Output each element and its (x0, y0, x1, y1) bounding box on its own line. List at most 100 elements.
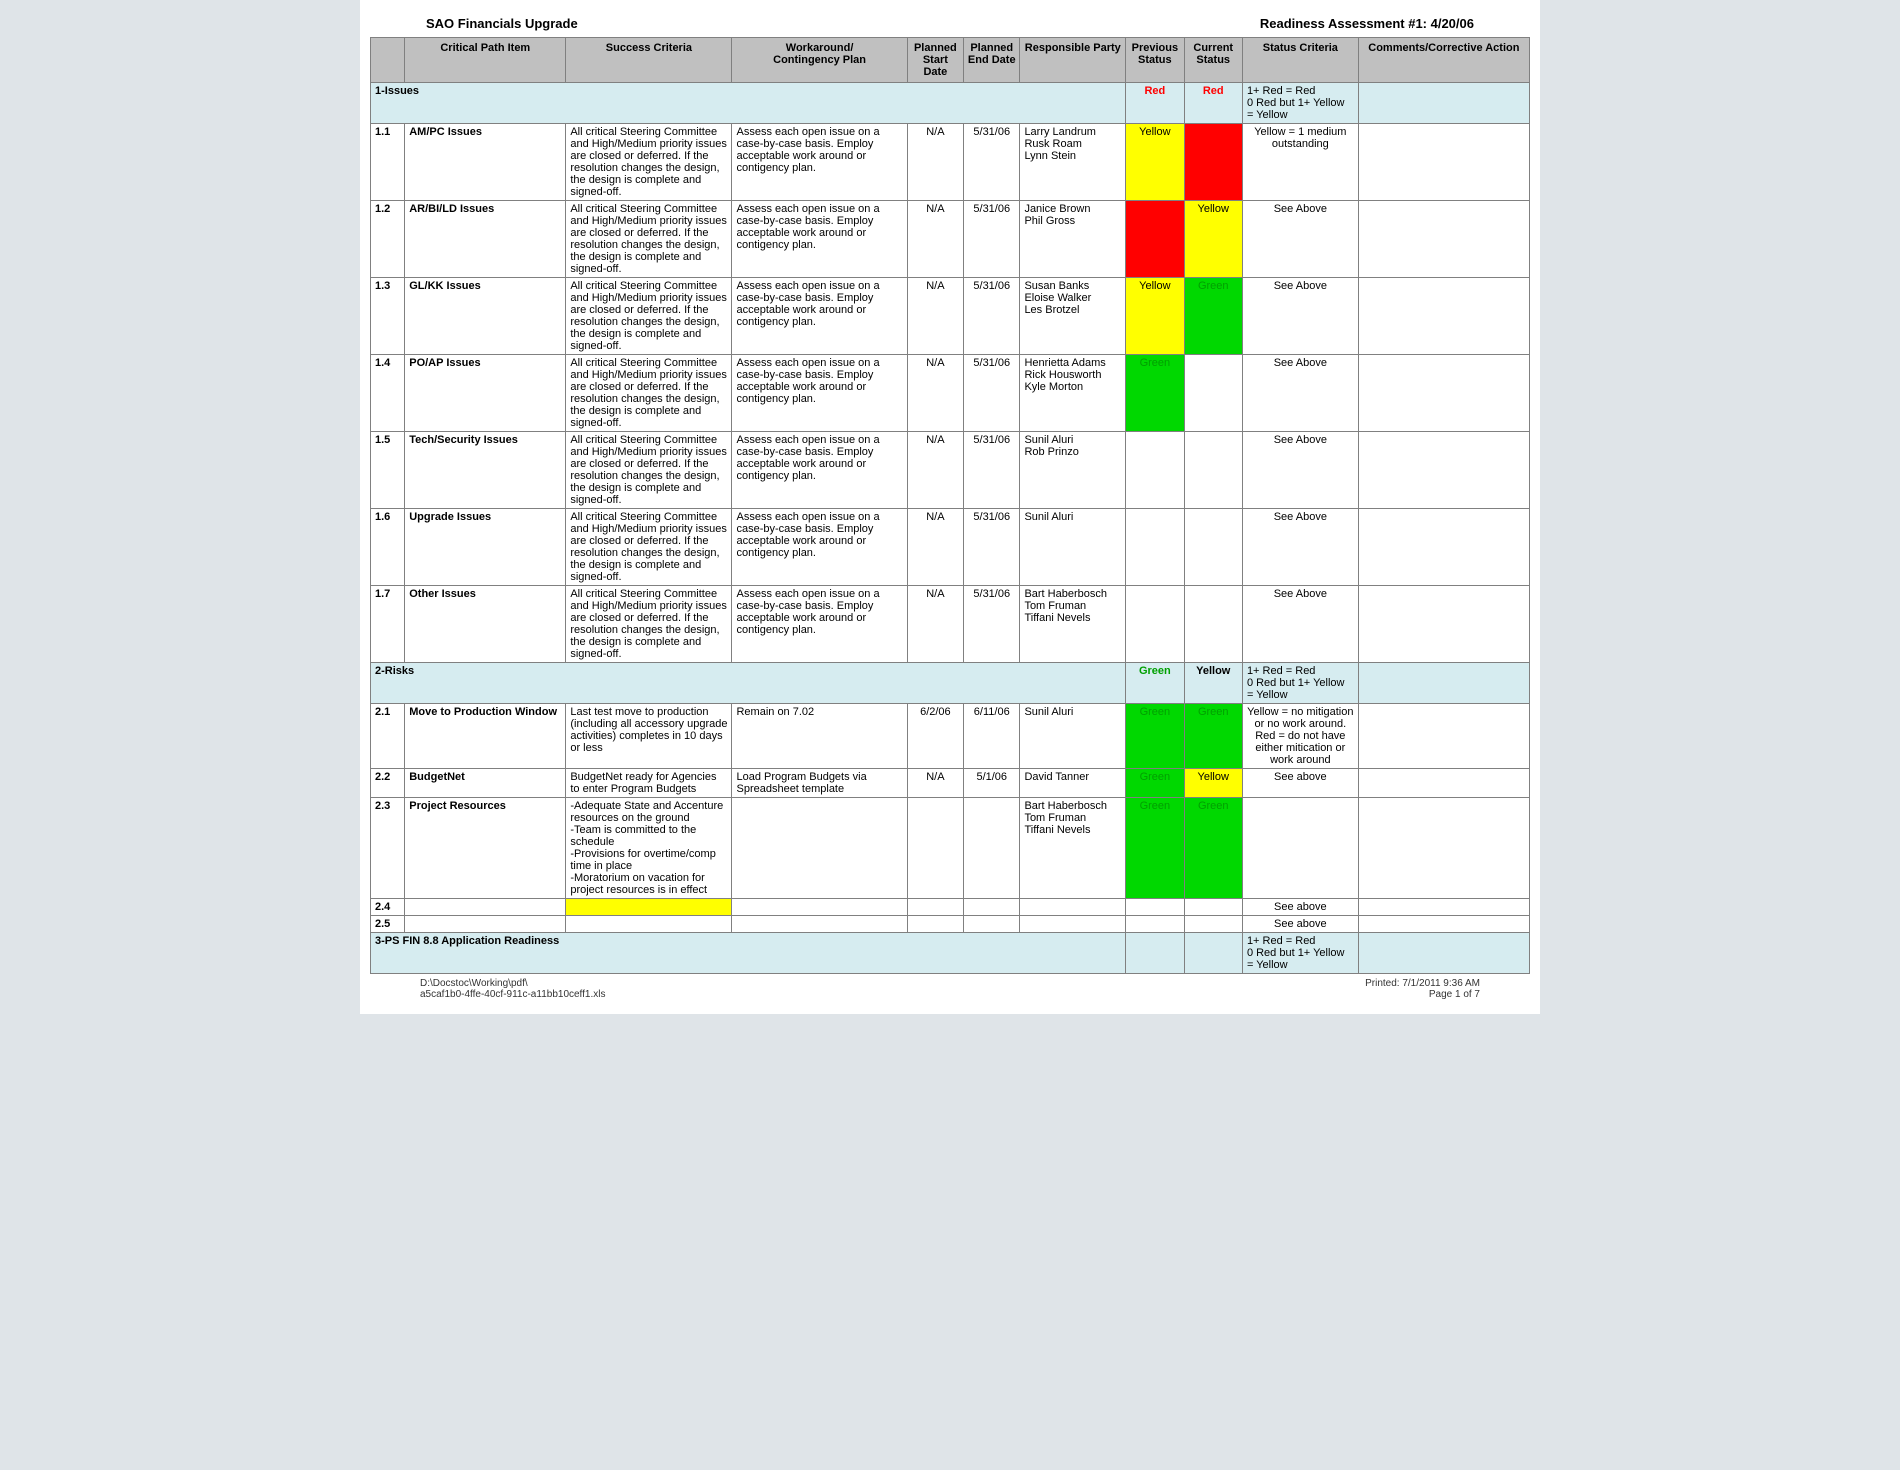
cell (566, 899, 732, 916)
cell: N/A (907, 509, 963, 586)
cell: N/A (907, 432, 963, 509)
cell: N/A (907, 769, 963, 798)
cell: See above (1242, 769, 1358, 798)
cell: Green (1126, 798, 1184, 899)
cell (1126, 916, 1184, 933)
cell (1184, 916, 1242, 933)
cell: AM/PC Issues (405, 124, 566, 201)
cell: Yellow (1184, 663, 1242, 704)
cell (964, 899, 1020, 916)
cell (1358, 355, 1529, 432)
cell: See Above (1242, 355, 1358, 432)
table-row: 2.5See above (371, 916, 1530, 933)
cell (732, 798, 907, 899)
cell (1184, 432, 1242, 509)
cell: -Adequate State and Accenture resources … (566, 798, 732, 899)
cell (1242, 798, 1358, 899)
title-right: Readiness Assessment #1: 4/20/06 (1260, 16, 1474, 31)
cell (1184, 509, 1242, 586)
cell: Assess each open issue on a case-by-case… (732, 586, 907, 663)
cell (1358, 586, 1529, 663)
title-left: SAO Financials Upgrade (426, 16, 578, 31)
cell: See Above (1242, 278, 1358, 355)
cell: N/A (907, 586, 963, 663)
footer-print: Printed: 7/1/2011 9:36 AM Page 1 of 7 (1365, 978, 1480, 1000)
cell: Tech/Security Issues (405, 432, 566, 509)
cell: See above (1242, 916, 1358, 933)
col-header: Critical Path Item (405, 38, 566, 83)
cell (964, 916, 1020, 933)
cell: Yellow = 1 medium outstanding (1242, 124, 1358, 201)
cell: 1-Issues (371, 83, 1126, 124)
cell: 1.1 (371, 124, 405, 201)
cell (1126, 509, 1184, 586)
table-row: 2.1Move to Production WindowLast test mo… (371, 704, 1530, 769)
cell (1126, 933, 1184, 974)
cell: 5/1/06 (964, 769, 1020, 798)
cell: Green (1126, 769, 1184, 798)
col-header: Status Criteria (1242, 38, 1358, 83)
cell: Larry Landrum Rusk Roam Lynn Stein (1020, 124, 1126, 201)
cell (566, 916, 732, 933)
cell (1358, 933, 1529, 974)
cell: Red (1126, 201, 1184, 278)
col-header: Workaround/ Contingency Plan (732, 38, 907, 83)
cell: 1+ Red = Red 0 Red but 1+ Yellow = Yello… (1242, 663, 1358, 704)
cell: Remain on 7.02 (732, 704, 907, 769)
assessment-table: Critical Path ItemSuccess CriteriaWorkar… (370, 37, 1530, 974)
cell: Green (1184, 704, 1242, 769)
cell (1184, 933, 1242, 974)
cell: Sunil Aluri Rob Prinzo (1020, 432, 1126, 509)
cell: 1.7 (371, 586, 405, 663)
col-header: Current Status (1184, 38, 1242, 83)
cell: Assess each open issue on a case-by-case… (732, 201, 907, 278)
cell (1358, 278, 1529, 355)
cell (1358, 83, 1529, 124)
cell: Janice Brown Phil Gross (1020, 201, 1126, 278)
cell: Sunil Aluri (1020, 704, 1126, 769)
cell (907, 798, 963, 899)
cell (1358, 432, 1529, 509)
cell (1358, 769, 1529, 798)
cell: N/A (907, 201, 963, 278)
cell: Assess each open issue on a case-by-case… (732, 124, 907, 201)
cell: Sunil Aluri (1020, 509, 1126, 586)
cell: 5/31/06 (964, 201, 1020, 278)
cell: 1.2 (371, 201, 405, 278)
cell: Red (1184, 124, 1242, 201)
cell: 5/31/06 (964, 355, 1020, 432)
cell (1126, 432, 1184, 509)
section-row: 1-IssuesRedRed1+ Red = Red 0 Red but 1+ … (371, 83, 1530, 124)
cell: Red (1184, 83, 1242, 124)
cell: See Above (1242, 509, 1358, 586)
cell: AR/BI/LD Issues (405, 201, 566, 278)
cell (1126, 899, 1184, 916)
table-row: 1.2AR/BI/LD IssuesAll critical Steering … (371, 201, 1530, 278)
section-row: 3-PS FIN 8.8 Application Readiness1+ Red… (371, 933, 1530, 974)
col-header: Comments/Corrective Action (1358, 38, 1529, 83)
cell: 2.3 (371, 798, 405, 899)
cell (732, 916, 907, 933)
cell: 6/2/06 (907, 704, 963, 769)
table-row: 2.2BudgetNetBudgetNet ready for Agencies… (371, 769, 1530, 798)
cell (1358, 704, 1529, 769)
cell (1358, 201, 1529, 278)
cell: 1.6 (371, 509, 405, 586)
cell: 5/31/06 (964, 586, 1020, 663)
cell: Other Issues (405, 586, 566, 663)
cell: All critical Steering Committee and High… (566, 432, 732, 509)
cell: David Tanner (1020, 769, 1126, 798)
cell: BudgetNet (405, 769, 566, 798)
cell: Load Program Budgets via Spreadsheet tem… (732, 769, 907, 798)
cell: 1+ Red = Red 0 Red but 1+ Yellow = Yello… (1242, 83, 1358, 124)
cell: 1.5 (371, 432, 405, 509)
col-header: Previous Status (1126, 38, 1184, 83)
cell: Green (1184, 798, 1242, 899)
cell (405, 899, 566, 916)
cell: Yellow (1184, 769, 1242, 798)
cell: 5/31/06 (964, 124, 1020, 201)
cell (907, 899, 963, 916)
cell: Assess each open issue on a case-by-case… (732, 355, 907, 432)
cell: 5/31/06 (964, 278, 1020, 355)
table-row: 1.3GL/KK IssuesAll critical Steering Com… (371, 278, 1530, 355)
